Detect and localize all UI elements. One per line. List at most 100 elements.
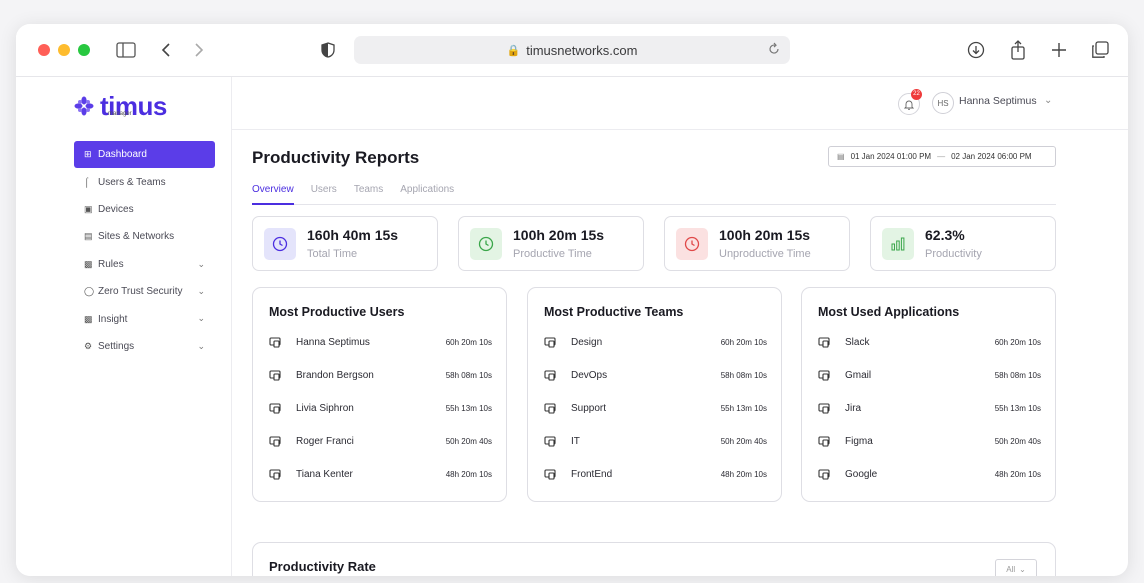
list-item[interactable]: Jira 55h 13m 10s xyxy=(818,398,1041,418)
rate-filter-select[interactable]: All ⌄ xyxy=(995,559,1037,576)
shield-icon[interactable] xyxy=(316,38,340,62)
new-tab-icon[interactable] xyxy=(1047,38,1071,62)
list-item-value: 55h 13m 10s xyxy=(720,403,767,413)
stat-value: 62.3% xyxy=(925,227,965,243)
tabs-overview-icon[interactable] xyxy=(1088,38,1112,62)
list-item-value: 50h 20m 40s xyxy=(720,436,767,446)
sidebar: timus manager ⊞ Dashboard ⌠ Users & Team… xyxy=(16,77,232,576)
stat-card-total-time: 160h 40m 15s Total Time xyxy=(252,216,438,271)
dashboard-icon: ⊞ xyxy=(84,149,92,160)
list-item-value: 48h 20m 10s xyxy=(720,469,767,479)
list-item-value: 55h 13m 10s xyxy=(994,403,1041,413)
sidebar-item-devices[interactable]: ▣ Devices xyxy=(74,196,215,223)
tab-teams[interactable]: Teams xyxy=(354,180,383,205)
list-item[interactable]: Figma 50h 20m 40s xyxy=(818,431,1041,451)
forward-icon[interactable] xyxy=(187,38,211,62)
device-icon xyxy=(544,398,564,418)
device-icon xyxy=(544,332,564,352)
clock-icon xyxy=(264,228,296,260)
most-used-applications-card: Most Used Applications Slack 60h 20m 10s… xyxy=(801,287,1056,502)
maximize-window-button[interactable] xyxy=(78,44,90,56)
stat-value: 100h 20m 15s xyxy=(719,227,811,243)
list-item-name: Tiana Kenter xyxy=(296,468,353,480)
sidebar-item-users-teams[interactable]: ⌠ Users & Teams xyxy=(74,168,215,195)
list-item-name: Slack xyxy=(845,336,870,348)
tab-applications[interactable]: Applications xyxy=(400,180,454,205)
sidebar-item-sites-networks[interactable]: ▤ Sites & Networks xyxy=(74,223,215,250)
list-item[interactable]: Hanna Septimus 60h 20m 10s xyxy=(269,332,492,352)
list-item[interactable]: Roger Franci 50h 20m 40s xyxy=(269,431,492,451)
network-icon: ▤ xyxy=(84,231,93,242)
list-item[interactable]: DevOps 58h 08m 10s xyxy=(544,365,767,385)
reload-icon[interactable] xyxy=(768,42,780,59)
stat-label: Total Time xyxy=(307,248,358,260)
date-to: 02 Jan 2024 06:00 PM xyxy=(951,152,1032,161)
list-item-value: 55h 13m 10s xyxy=(445,403,492,413)
device-icon xyxy=(544,365,564,385)
page-title: Productivity Reports xyxy=(252,148,420,167)
chevron-down-icon: ⌄ xyxy=(197,258,205,269)
sidebar-item-rules[interactable]: ▩ Rules ⌄ xyxy=(74,251,215,278)
list-item-value: 48h 20m 10s xyxy=(994,469,1041,479)
list-item[interactable]: Slack 60h 20m 10s xyxy=(818,332,1041,352)
list-item[interactable]: Support 55h 13m 10s xyxy=(544,398,767,418)
sidebar-item-settings[interactable]: ⚙ Settings ⌄ xyxy=(74,333,215,360)
list-item[interactable]: Google 48h 20m 10s xyxy=(818,464,1041,484)
productivity-rate-card: Productivity Rate All ⌄ xyxy=(252,542,1056,576)
url-text: timusnetworks.com xyxy=(526,42,638,58)
browser-window: 🔒 timusnetworks.com timus manager ⊞ Dash… xyxy=(16,24,1128,576)
browser-toolbar: 🔒 timusnetworks.com xyxy=(16,24,1128,77)
list-item-value: 50h 20m 40s xyxy=(445,436,492,446)
sidebar-toggle-icon[interactable] xyxy=(114,38,138,62)
list-item[interactable]: IT 50h 20m 40s xyxy=(544,431,767,451)
sidebar-item-label: Rules xyxy=(98,258,124,270)
list-item-value: 58h 08m 10s xyxy=(720,370,767,380)
back-icon[interactable] xyxy=(154,38,178,62)
sidebar-item-label: Sites & Networks xyxy=(98,231,175,243)
avatar[interactable]: HS xyxy=(932,92,954,114)
card-title: Most Used Applications xyxy=(818,305,960,319)
brand-subtitle: manager xyxy=(108,111,132,117)
tab-overview[interactable]: Overview xyxy=(252,180,294,205)
chevron-down-icon: ⌄ xyxy=(197,340,205,351)
device-icon xyxy=(269,464,289,484)
stat-label: Productivity xyxy=(925,248,982,260)
gear-icon: ⚙ xyxy=(84,340,93,351)
stat-card-productive-time: 100h 20m 15s Productive Time xyxy=(458,216,644,271)
user-name[interactable]: Hanna Septimus xyxy=(959,95,1037,107)
list-item[interactable]: Gmail 58h 08m 10s xyxy=(818,365,1041,385)
list-item[interactable]: FrontEnd 48h 20m 10s xyxy=(544,464,767,484)
chevron-down-icon[interactable]: ⌄ xyxy=(1044,95,1052,106)
date-from: 01 Jan 2024 01:00 PM xyxy=(850,152,932,161)
stat-value: 160h 40m 15s xyxy=(307,227,399,243)
list-item[interactable]: Livia Siphron 55h 13m 10s xyxy=(269,398,492,418)
device-icon xyxy=(818,398,838,418)
sidebar-item-insight[interactable]: ▩ Insight ⌄ xyxy=(74,305,215,332)
users-icon: ⌠ xyxy=(84,177,90,188)
brand-name: timus xyxy=(100,91,167,121)
screenshot-background: 🔒 timusnetworks.com timus manager ⊞ Dash… xyxy=(0,0,1144,583)
sidebar-item-dashboard[interactable]: ⊞ Dashboard xyxy=(74,141,215,169)
sidebar-item-zero-trust[interactable]: ◯ Zero Trust Security ⌄ xyxy=(74,278,215,305)
date-range-picker[interactable]: ▤ 01 Jan 2024 01:00 PM — 02 Jan 2024 06:… xyxy=(828,146,1056,167)
list-item-name: Figma xyxy=(845,435,873,447)
device-icon xyxy=(818,365,838,385)
device-icon xyxy=(544,431,564,451)
list-item-name: Gmail xyxy=(845,369,872,381)
minimize-window-button[interactable] xyxy=(58,44,70,56)
tab-users[interactable]: Users xyxy=(311,180,337,205)
list-item-value: 60h 20m 10s xyxy=(445,337,492,347)
main-content: Productivity Reports ▤ 01 Jan 2024 01:00… xyxy=(232,130,1128,576)
share-icon[interactable] xyxy=(1006,38,1030,62)
list-item[interactable]: Brandon Bergson 58h 08m 10s xyxy=(269,365,492,385)
download-icon[interactable] xyxy=(964,38,988,62)
list-item[interactable]: Tiana Kenter 48h 20m 10s xyxy=(269,464,492,484)
list-item-name: Brandon Bergson xyxy=(296,369,374,381)
brand-logo[interactable]: timus xyxy=(74,91,167,122)
stat-card-unproductive-time: 100h 20m 15s Unproductive Time xyxy=(664,216,850,271)
bar-chart-icon xyxy=(882,228,914,260)
address-bar[interactable]: 🔒 timusnetworks.com xyxy=(354,36,790,64)
list-item[interactable]: Design 60h 20m 10s xyxy=(544,332,767,352)
close-window-button[interactable] xyxy=(38,44,50,56)
chevron-down-icon: ⌄ xyxy=(197,313,205,324)
